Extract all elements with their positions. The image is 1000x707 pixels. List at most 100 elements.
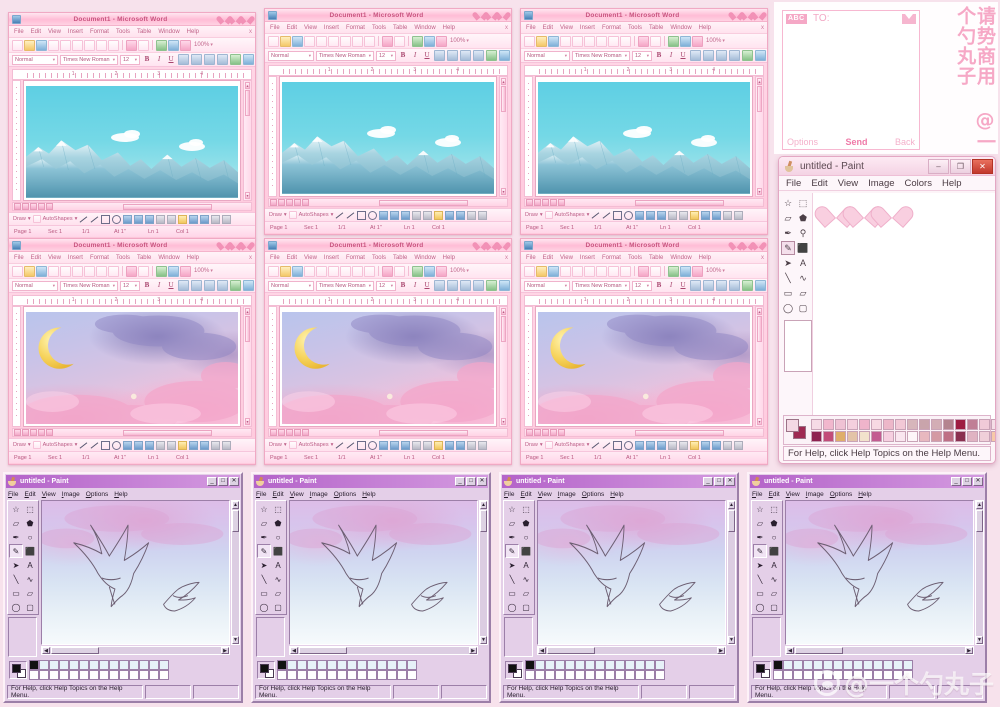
- paint98-tool-polygon-icon[interactable]: ▱: [767, 586, 781, 600]
- zoom-value[interactable]: 100%: [706, 268, 721, 274]
- draw-menu-label[interactable]: Draw: [13, 216, 26, 222]
- font-size-combo[interactable]: 12 ▾: [632, 280, 652, 291]
- paint98-swatch[interactable]: [823, 670, 833, 680]
- word-menu-help[interactable]: Help: [187, 29, 199, 35]
- scroll-down-button[interactable]: ▼: [480, 636, 487, 644]
- paint98-tool-rounded-rectangle-icon[interactable]: ▢: [271, 600, 285, 614]
- scroll-up-button[interactable]: ▲: [232, 501, 239, 509]
- arrow-shape-icon[interactable]: [90, 215, 99, 224]
- word-menu-edit[interactable]: Edit: [31, 29, 41, 35]
- document-close-icon[interactable]: x: [505, 255, 508, 261]
- horizontal-ruler[interactable]: 1 2 3 4: [524, 65, 764, 76]
- scroll-right-button[interactable]: ▶: [469, 647, 477, 654]
- paint-window-win98-1[interactable]: untitled - Paint _ □ ✕ File Edit View Image…: [3, 472, 243, 703]
- vertical-scroll-thumb[interactable]: [245, 316, 250, 342]
- wordart-icon[interactable]: [390, 440, 400, 450]
- word-page[interactable]: [535, 306, 753, 427]
- oval-shape-icon[interactable]: [368, 210, 378, 220]
- line-color-icon[interactable]: [445, 440, 455, 450]
- word-menu-bar[interactable]: File Edit View Insert Format Tools Table Window…: [265, 252, 511, 264]
- line-style-icon[interactable]: [211, 440, 221, 450]
- select-objects-icon[interactable]: [288, 211, 297, 219]
- close-heart-icon[interactable]: [754, 10, 764, 20]
- paint7-swatch[interactable]: [835, 418, 846, 430]
- word-toolbar-button-9[interactable]: [108, 265, 119, 277]
- fill-color-icon[interactable]: [690, 210, 700, 220]
- scroll-up-button[interactable]: ▴: [757, 308, 762, 315]
- horizontal-scroll-row[interactable]: [524, 198, 764, 207]
- paint98-menu-view[interactable]: View: [786, 491, 800, 498]
- paint98-swatch[interactable]: [595, 660, 605, 670]
- paint98-tool-ellipse-icon[interactable]: ◯: [9, 600, 23, 614]
- zoom-dropdown-caret-icon[interactable]: ▾: [466, 268, 469, 274]
- word-toolbar-button-6[interactable]: [584, 35, 595, 47]
- word-drawing-toolbar[interactable]: Draw ▾ AutoShapes ▾: [265, 208, 511, 221]
- paint98-tool-pencil-icon[interactable]: ✎: [9, 544, 23, 558]
- close-heart-icon[interactable]: [498, 240, 508, 250]
- word-menu-help[interactable]: Help: [443, 255, 455, 261]
- word-menu-window[interactable]: Window: [158, 29, 179, 35]
- paint98-tool-eraser-icon[interactable]: ▱: [505, 516, 519, 530]
- paint98-swatch[interactable]: [655, 660, 665, 670]
- view-button-5[interactable]: [558, 429, 565, 436]
- draw-caret-icon[interactable]: ▾: [284, 442, 287, 448]
- word-standard-toolbar[interactable]: 100% ▾: [9, 264, 255, 279]
- line-style-icon[interactable]: [723, 210, 733, 220]
- word-toolbar-button-13[interactable]: [168, 39, 179, 51]
- word-menu-table[interactable]: Table: [393, 255, 407, 261]
- paint98-swatch[interactable]: [159, 670, 169, 680]
- word-toolbar-button-5[interactable]: [60, 265, 71, 277]
- word-toolbar-button-3[interactable]: [548, 265, 559, 277]
- paint98-swatch-grid[interactable]: [773, 660, 913, 680]
- paint98-swatch[interactable]: [317, 670, 327, 680]
- word-toolbar-button-3[interactable]: [292, 265, 303, 277]
- word-toolbar-button-7[interactable]: [596, 35, 607, 47]
- select-objects-icon[interactable]: [544, 441, 553, 449]
- word-menu-view[interactable]: View: [48, 29, 61, 35]
- horizontal-scroll-thumb[interactable]: [51, 647, 99, 654]
- minimize-button[interactable]: _: [207, 477, 217, 486]
- paint98-tool-pencil-icon[interactable]: ✎: [257, 544, 271, 558]
- word-toolbar-button-1[interactable]: [524, 35, 535, 47]
- paint98-menu-bar[interactable]: File Edit View Image Options Help: [501, 489, 737, 500]
- paint7-current-colors[interactable]: [786, 419, 808, 441]
- paint98-tool-rectangle-icon[interactable]: ▭: [257, 586, 271, 600]
- view-button-2[interactable]: [22, 429, 29, 436]
- paint7-swatch[interactable]: [967, 430, 978, 442]
- paint98-tool-options[interactable]: [504, 617, 533, 657]
- paint98-menu-options[interactable]: Options: [582, 491, 604, 498]
- sms-back-softkey[interactable]: Back: [895, 137, 915, 147]
- paint98-swatch[interactable]: [287, 670, 297, 680]
- word-toolbar-button-10[interactable]: [638, 265, 649, 277]
- paint7-swatch[interactable]: [895, 430, 906, 442]
- font-size-combo[interactable]: 12 ▾: [632, 50, 652, 61]
- paint98-tool-free-form-select-icon[interactable]: ☆: [257, 502, 271, 516]
- paint98-swatch[interactable]: [397, 660, 407, 670]
- phone-sms-composer[interactable]: ABC TO: Options Send Back 请势商用 @一个勺丸子: [774, 2, 998, 154]
- minimize-button[interactable]: _: [455, 477, 465, 486]
- select-objects-icon[interactable]: [544, 211, 553, 219]
- style-combo[interactable]: Normal ▾: [524, 50, 570, 61]
- view-button-5[interactable]: [46, 429, 53, 436]
- word-toolbar-button-11[interactable]: [394, 265, 405, 277]
- word-menu-tools[interactable]: Tools: [372, 255, 386, 261]
- word-toolbar-button-14[interactable]: [436, 265, 447, 277]
- paint98-tool-rounded-rectangle-icon[interactable]: ▢: [23, 600, 37, 614]
- paint98-menu-image[interactable]: Image: [806, 491, 824, 498]
- paint98-tool-brush-icon[interactable]: ➤: [257, 558, 271, 572]
- vertical-scrollbar[interactable]: ▴ ▾: [755, 76, 764, 197]
- paint98-swatch[interactable]: [307, 660, 317, 670]
- paint98-swatch[interactable]: [397, 670, 407, 680]
- word-menu-table[interactable]: Table: [393, 25, 407, 31]
- paint98-tool-ellipse-icon[interactable]: ◯: [257, 600, 271, 614]
- inserted-image[interactable]: [538, 82, 750, 194]
- paint98-swatch[interactable]: [407, 660, 417, 670]
- word-document-area[interactable]: ▴ ▾: [524, 76, 764, 197]
- word-title-bar[interactable]: Document1 - Microsoft Word: [9, 13, 255, 26]
- paint98-swatch-grid[interactable]: [525, 660, 665, 680]
- paint98-tool-eraser-icon[interactable]: ▱: [753, 516, 767, 530]
- foreground-color-chip[interactable]: [786, 419, 799, 432]
- scroll-up-button[interactable]: ▲: [728, 501, 735, 509]
- word-toolbar-button-2[interactable]: [24, 265, 35, 277]
- paint7-swatch[interactable]: [919, 418, 930, 430]
